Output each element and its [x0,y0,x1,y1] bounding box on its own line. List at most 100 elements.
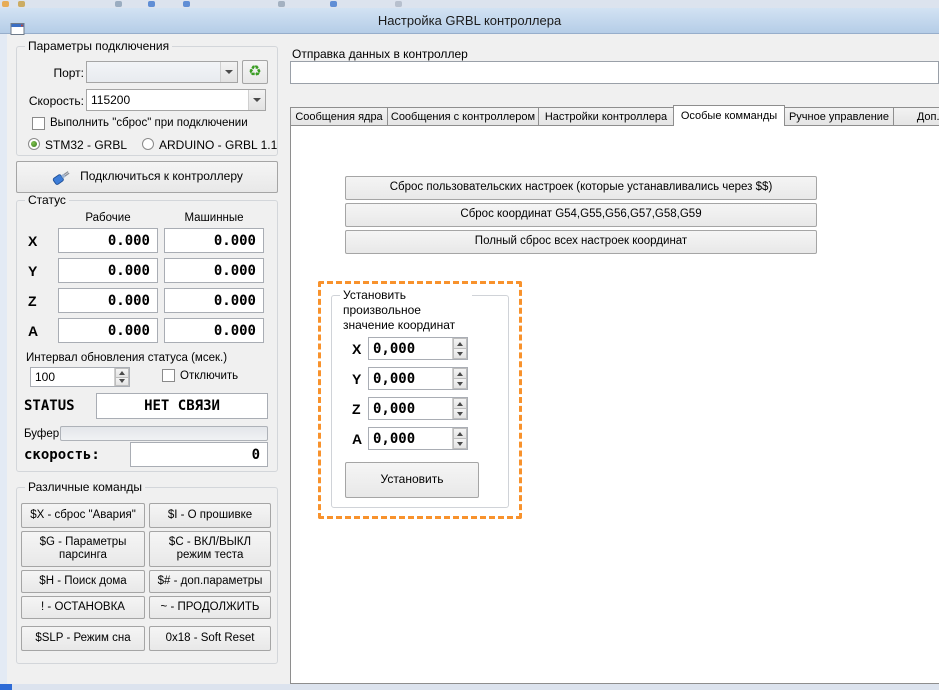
status-label: STATUS [24,398,75,414]
radio-stm32[interactable] [28,138,40,150]
up-arrow-icon[interactable] [115,368,129,378]
cmd-firmware-info-button[interactable]: $I - О прошивке [149,503,271,528]
reset-on-connect-checkbox[interactable] [32,117,45,130]
cmd-extra-params-button[interactable]: $# - доп.параметры [149,570,271,593]
feed-speed-field: 0 [130,442,268,467]
reset-on-connect-label[interactable]: Выполнить "сброс" при подключении [50,117,248,129]
radio-arduino[interactable] [142,138,154,150]
disable-status-label[interactable]: Отключить [180,370,238,382]
full-coords-reset-button[interactable]: Полный сброс всех настроек координат [345,230,817,254]
cmd-label: $X - сброс "Авария" [30,508,136,521]
set-y-value: 0,000 [373,370,416,387]
tab-controller-messages[interactable]: Сообщения с контроллером [387,107,539,126]
axis-y-work-field[interactable]: 0.000 [58,258,158,283]
app-icon [10,23,25,35]
cmd-label: $SLP - Режим сна [35,631,131,644]
chevron-down-icon[interactable] [248,90,265,110]
tab-label: Ручное управление [788,111,890,123]
tab-extra-stats[interactable]: Доп. ста [893,107,939,126]
window-border-bottom [0,684,939,690]
connect-button[interactable]: Подключиться к контроллеру [16,161,278,193]
cmd-parser-params-button[interactable]: $G - Параметры парсинга [21,531,145,567]
background-icon [183,1,190,7]
set-a-stepper[interactable]: 0,000 [368,427,468,450]
cmd-sleep-button[interactable]: $SLP - Режим сна [21,626,145,651]
cmd-resume-button[interactable]: ~ - ПРОДОЛЖИТЬ [149,596,271,619]
axis-z-work-field[interactable]: 0.000 [58,288,158,313]
axis-x-work-field[interactable]: 0.000 [58,228,158,253]
cmd-label: 0x18 - Soft Reset [165,631,255,644]
background-icon [330,1,337,7]
set-z-value: 0,000 [373,400,416,417]
tab-kernel-messages[interactable]: Сообщения ядра [290,107,388,126]
axis-x-work-value: 0.000 [107,232,150,249]
port-select[interactable] [86,61,238,83]
tab-manual-control[interactable]: Ручное управление [784,107,894,126]
tab-controller-settings[interactable]: Настройки контроллера [538,107,674,126]
cmd-label: ! - ОСТАНОВКА [41,600,125,613]
reset-user-settings-button[interactable]: Сброс пользовательских настроек (которые… [345,176,817,200]
reset-g54-g59-button[interactable]: Сброс координат G54,G55,G56,G57,G58,G59 [345,203,817,227]
set-a-value: 0,000 [373,430,416,447]
background-icon [278,1,285,7]
up-arrow-icon[interactable] [453,398,467,409]
set-y-label: Y [352,371,362,387]
axis-y-machine-field[interactable]: 0.000 [164,258,264,283]
buffer-label: Буфер [24,428,60,440]
interval-stepper[interactable]: 100 [30,367,130,387]
axis-y-label: Y [28,263,38,279]
set-x-value: 0,000 [373,340,416,357]
set-a-label: A [352,431,363,447]
down-arrow-icon[interactable] [453,439,467,449]
cmd-stop-button[interactable]: ! - ОСТАНОВКА [21,596,145,619]
axis-z-label: Z [28,293,37,309]
axis-a-label: A [28,323,39,339]
refresh-icon: ♻ [248,63,262,81]
up-arrow-icon[interactable] [453,338,467,349]
chevron-down-icon[interactable] [220,62,237,82]
down-arrow-icon[interactable] [453,409,467,419]
axis-x-machine-value: 0.000 [213,232,256,249]
set-x-stepper[interactable]: 0,000 [368,337,468,360]
speed-select[interactable]: 115200 [86,89,266,111]
up-arrow-icon[interactable] [453,368,467,379]
radio-stm32-label[interactable]: STM32 - GRBL [45,138,127,152]
send-data-input[interactable] [290,61,939,84]
tab-label: Сообщения с контроллером [390,111,536,123]
down-arrow-icon[interactable] [453,349,467,359]
status-group-title: Статус [25,193,69,207]
cmd-home-button[interactable]: $H - Поиск дома [21,570,145,593]
up-arrow-icon[interactable] [453,428,467,439]
refresh-ports-button[interactable]: ♻ [242,60,268,84]
radio-arduino-label[interactable]: ARDUINO - GRBL 1.1 [159,138,277,152]
machine-coords-header: Машинные [184,212,244,224]
tab-special-commands[interactable]: Особые комманды [673,105,785,126]
title-bar[interactable]: Настройка GRBL контроллера [0,8,939,35]
axis-y-work-value: 0.000 [107,262,150,279]
axis-x-machine-field[interactable]: 0.000 [164,228,264,253]
axis-a-work-value: 0.000 [107,322,150,339]
disable-status-checkbox[interactable] [162,369,175,382]
set-y-stepper[interactable]: 0,000 [368,367,468,390]
set-z-label: Z [352,401,361,417]
cmd-reset-alarm-button[interactable]: $X - сброс "Авария" [21,503,145,528]
cmd-label: $C - ВКЛ/ВЫКЛ режим теста [168,535,252,561]
window-border-left [0,34,7,684]
commands-group-title: Различные команды [25,480,145,494]
button-label: Полный сброс всех настроек координат [474,235,688,248]
axis-z-machine-value: 0.000 [213,292,256,309]
down-arrow-icon[interactable] [115,377,129,386]
axis-a-machine-field[interactable]: 0.000 [164,318,264,343]
background-icon [115,1,122,7]
down-arrow-icon[interactable] [453,379,467,389]
cmd-soft-reset-button[interactable]: 0x18 - Soft Reset [149,626,271,651]
axis-z-machine-field[interactable]: 0.000 [164,288,264,313]
cmd-label: $G - Параметры парсинга [39,535,127,561]
button-label: Сброс пользовательских настроек (которые… [389,181,773,194]
axis-a-work-field[interactable]: 0.000 [58,318,158,343]
set-z-stepper[interactable]: 0,000 [368,397,468,420]
cmd-label: $H - Поиск дома [39,574,127,587]
tab-label: Настройки контроллера [544,111,668,123]
cmd-test-mode-button[interactable]: $C - ВКЛ/ВЫКЛ режим теста [149,531,271,567]
set-coords-button[interactable]: Установить [345,462,479,498]
